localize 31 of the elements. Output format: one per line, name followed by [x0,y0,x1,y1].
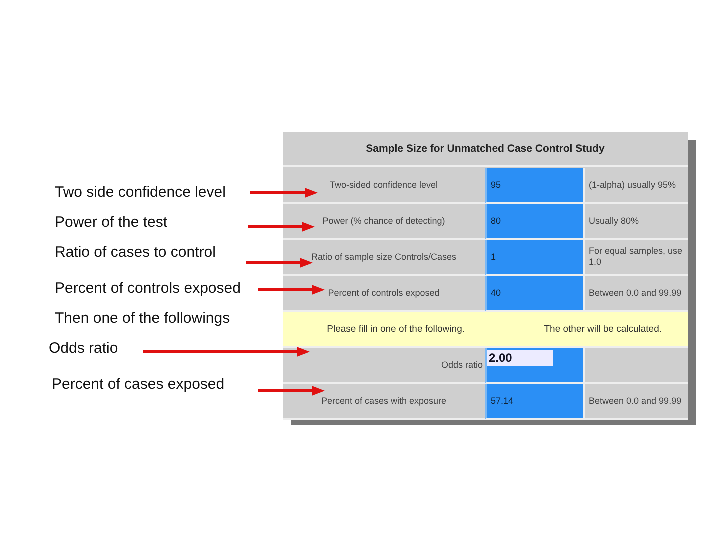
annotation-label: Percent of cases exposed [52,376,225,393]
value-field[interactable]: 1 [485,240,585,276]
field-label: Two-sided confidence level [330,180,438,190]
annotation-label: Percent of controls exposed [55,280,241,297]
hint-text: Usually 80% [589,216,640,226]
field-label: Percent of cases with exposure [321,396,447,406]
hint-text: For equal samples, use 1.0 [589,246,684,268]
field-label: Odds ratio [441,360,483,370]
field-label: Percent of controls exposed [328,288,440,298]
value-field[interactable]: 80 [485,204,585,240]
notice-text: Please fill in one of the following. [327,324,465,334]
hint-text: Between 0.0 and 99.99 [589,288,682,298]
value-field[interactable]: 57.14 [485,384,585,420]
annotation-label: Two side confidence level [55,184,226,201]
value-field[interactable]: 95 [485,168,585,204]
input-field[interactable]: 2.00 [487,350,553,366]
annotation-label: Odds ratio [49,340,118,357]
annotation-label: Ratio of cases to control [55,244,216,261]
hint-text: (1-alpha) usually 95% [589,180,676,190]
arrow [248,222,315,232]
arrow [258,285,325,295]
hint-text: Between 0.0 and 99.99 [589,396,682,406]
annotation-label: Then one of the followings [55,310,230,327]
arrow [246,258,313,268]
field-label: Ratio of sample size Controls/Cases [311,252,457,262]
value-field[interactable]: 40 [485,276,585,312]
arrow [250,188,318,198]
annotation-label: Power of the test [55,214,168,231]
notice-text: The other will be calculated. [544,324,662,334]
field-label: Power (% chance of detecting) [322,216,446,226]
arrow [258,386,325,396]
